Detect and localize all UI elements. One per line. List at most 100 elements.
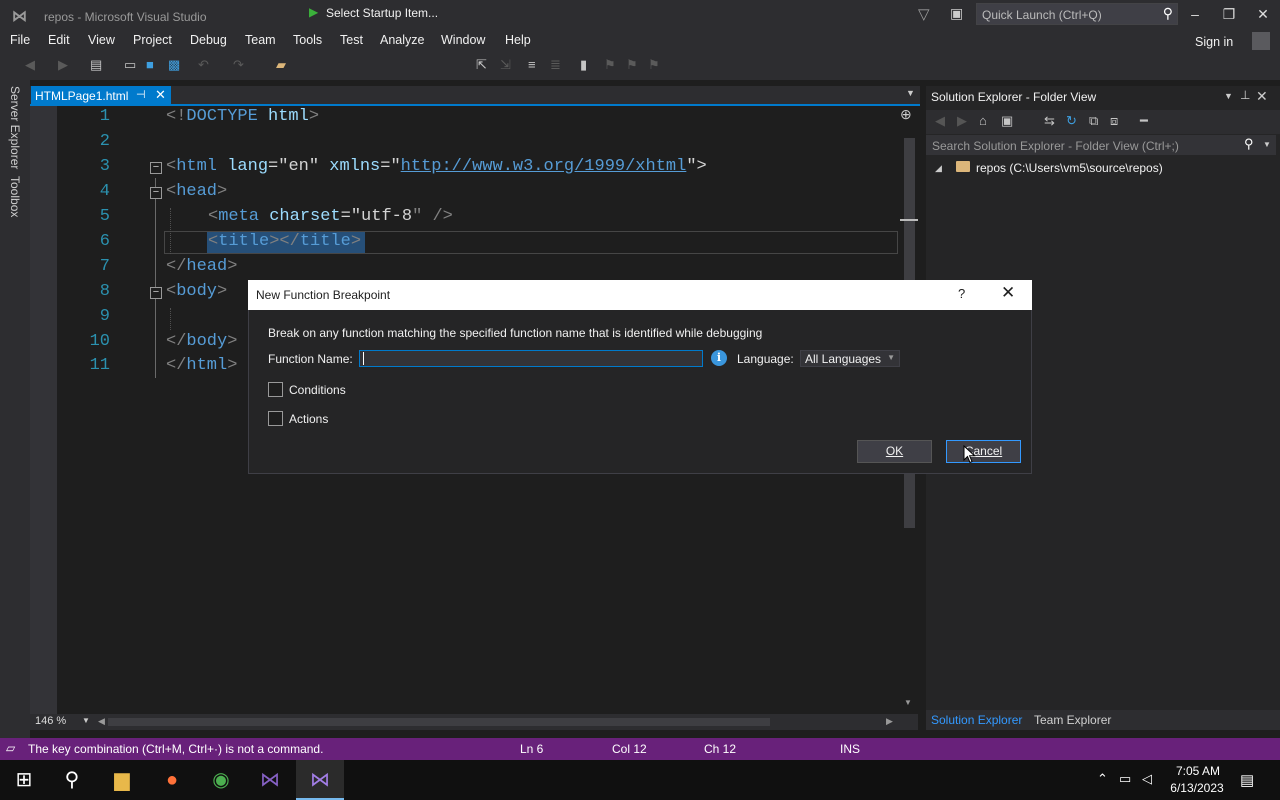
chevron-down-icon[interactable]: ▼: [82, 716, 90, 725]
horizontal-scroll-thumb[interactable]: [108, 718, 770, 726]
close-icon[interactable]: ✕: [1256, 88, 1268, 105]
minimize-button[interactable]: –: [1183, 4, 1207, 24]
scroll-left-icon[interactable]: ◀: [98, 716, 105, 727]
clear-bookmarks-icon[interactable]: ⚑: [648, 57, 660, 73]
home-icon[interactable]: ⌂: [979, 113, 987, 128]
indicator-margin[interactable]: [30, 106, 57, 714]
account-icon[interactable]: [1252, 32, 1270, 50]
collapse-all-icon[interactable]: ⧉: [1089, 113, 1098, 129]
url-link[interactable]: http://www.w3.org/1999/xhtml: [401, 157, 687, 176]
uncomment-icon[interactable]: ≣: [550, 57, 561, 73]
cancel-button[interactable]: Cancel: [946, 440, 1021, 463]
pin-icon[interactable]: ⊥: [1240, 88, 1250, 102]
menu-window[interactable]: Window: [441, 33, 485, 47]
line-number: 7: [99, 257, 110, 276]
forward-icon[interactable]: ▶: [957, 113, 967, 129]
close-dialog-button[interactable]: ✕: [1001, 283, 1015, 303]
restore-button[interactable]: ❐: [1217, 4, 1241, 24]
quick-launch-box[interactable]: Quick Launch (Ctrl+Q) ⚲: [976, 3, 1178, 25]
scroll-down-icon[interactable]: ▼: [904, 698, 912, 707]
refresh-icon[interactable]: ↻: [1066, 113, 1077, 129]
solution-configurations-icon[interactable]: ▰: [276, 57, 286, 73]
scroll-right-icon[interactable]: ▶: [886, 716, 893, 727]
ok-button[interactable]: OK: [857, 440, 932, 463]
menu-test[interactable]: Test: [340, 33, 363, 47]
sign-in-link[interactable]: Sign in: [1195, 35, 1233, 49]
clock-date[interactable]: 6/13/2023: [1166, 781, 1228, 795]
menu-debug[interactable]: Debug: [190, 33, 227, 47]
new-project-icon[interactable]: ▤: [90, 57, 102, 73]
conditions-label[interactable]: Conditions: [289, 383, 346, 397]
search-icon[interactable]: ⚲: [58, 766, 86, 794]
chrome-icon[interactable]: ◉: [207, 766, 235, 794]
feedback-icon[interactable]: ▣: [950, 5, 963, 22]
pin-icon[interactable]: ⊣: [136, 88, 146, 101]
help-button[interactable]: ?: [958, 286, 965, 301]
chevron-down-icon[interactable]: ▼: [1263, 140, 1271, 149]
volume-muted-icon[interactable]: ◁: [1142, 771, 1152, 787]
open-file-icon[interactable]: ▭: [124, 57, 136, 73]
file-explorer-icon[interactable]: ▆: [108, 766, 136, 794]
save-all-icon[interactable]: ▩: [168, 57, 180, 73]
forward-icon[interactable]: ▶: [58, 57, 68, 73]
show-all-files-icon[interactable]: ⧈: [1110, 113, 1118, 129]
collapse-icon[interactable]: −: [150, 187, 162, 199]
visual-studio-icon[interactable]: ⋈: [256, 766, 284, 794]
menu-tools[interactable]: Tools: [293, 33, 322, 47]
menu-help[interactable]: Help: [505, 33, 531, 47]
chevron-down-icon[interactable]: ▼: [1224, 91, 1233, 101]
next-bookmark-icon[interactable]: ⚑: [626, 57, 638, 73]
split-window-icon[interactable]: ⊕: [900, 106, 912, 123]
menu-file[interactable]: File: [10, 33, 30, 47]
collapse-icon[interactable]: −: [150, 162, 162, 174]
close-icon[interactable]: ✕: [155, 87, 166, 103]
properties-icon[interactable]: ━: [1140, 113, 1148, 129]
step-icon[interactable]: ⇱: [476, 57, 487, 73]
back-icon[interactable]: ◀: [25, 57, 35, 73]
network-icon[interactable]: ▭: [1119, 771, 1131, 787]
bookmark-icon[interactable]: ▮: [580, 57, 587, 73]
tab-team-explorer[interactable]: Team Explorer: [1034, 713, 1111, 727]
undo-icon[interactable]: ↶: [198, 57, 209, 73]
comment-icon[interactable]: ≡: [528, 57, 536, 72]
collapse-icon[interactable]: −: [150, 287, 162, 299]
search-icon[interactable]: ⚲: [1163, 5, 1173, 22]
actions-checkbox[interactable]: [268, 411, 283, 426]
back-icon[interactable]: ◀: [935, 113, 945, 129]
sync-icon[interactable]: ⇆: [1044, 113, 1055, 129]
code-token: <!: [166, 107, 187, 126]
startup-item-dropdown[interactable]: Select Startup Item...: [326, 6, 438, 20]
close-window-button[interactable]: ✕: [1251, 4, 1275, 24]
clock-time[interactable]: 7:05 AM: [1170, 764, 1226, 778]
save-icon[interactable]: ■: [146, 57, 154, 72]
notifications-icon[interactable]: ▤: [1240, 771, 1254, 789]
filter-icon[interactable]: ▽: [918, 5, 930, 23]
menu-view[interactable]: View: [88, 33, 115, 47]
start-debugging-icon[interactable]: ▶: [309, 5, 318, 19]
toolbox-tab[interactable]: Toolbox: [8, 176, 22, 217]
tab-htmlpage1[interactable]: HTMLPage1.html ⊣ ✕: [31, 86, 171, 106]
tray-overflow-icon[interactable]: ⌃: [1097, 771, 1108, 787]
conditions-checkbox[interactable]: [268, 382, 283, 397]
menu-edit[interactable]: Edit: [48, 33, 70, 47]
step-over-icon[interactable]: ⇲: [500, 57, 511, 73]
switch-views-icon[interactable]: ▣: [1001, 113, 1013, 129]
tree-item-repos[interactable]: repos (C:\Users\vm5\source\repos): [976, 161, 1163, 175]
expand-icon[interactable]: ◢: [935, 163, 942, 174]
info-icon[interactable]: i: [711, 350, 727, 366]
server-explorer-tab[interactable]: Server Explorer: [8, 86, 22, 169]
prev-bookmark-icon[interactable]: ⚑: [604, 57, 616, 73]
search-icon[interactable]: ⚲: [1244, 136, 1254, 152]
language-dropdown[interactable]: All Languages ▼: [800, 350, 900, 367]
visual-studio-active-icon[interactable]: ⋈: [306, 766, 334, 794]
redo-icon[interactable]: ↷: [233, 57, 244, 73]
menu-analyze[interactable]: Analyze: [380, 33, 424, 47]
menu-project[interactable]: Project: [133, 33, 172, 47]
menu-team[interactable]: Team: [245, 33, 276, 47]
function-name-input[interactable]: [359, 350, 703, 367]
actions-label[interactable]: Actions: [289, 412, 328, 426]
windows-start-icon[interactable]: ⊞: [10, 766, 38, 794]
tab-overflow-icon[interactable]: ▼: [906, 88, 915, 98]
firefox-icon[interactable]: ●: [158, 766, 186, 794]
tab-solution-explorer[interactable]: Solution Explorer: [931, 713, 1022, 727]
